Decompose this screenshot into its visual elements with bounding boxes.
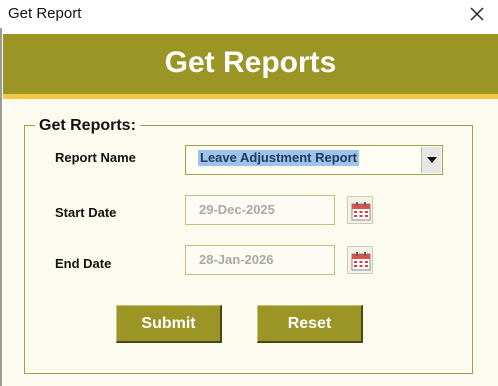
reset-button[interactable]: Reset: [257, 305, 363, 343]
end-date-field[interactable]: 28-Jan-2026: [185, 245, 335, 275]
window-edge: [0, 28, 2, 386]
end-date-value: 28-Jan-2026: [199, 252, 274, 267]
report-name-dropdown[interactable]: Leave Adjustment Report: [185, 145, 443, 175]
start-date-label: Start Date: [55, 205, 117, 220]
submit-button[interactable]: Submit: [116, 305, 222, 343]
start-date-picker-button[interactable]: [347, 196, 373, 224]
header-banner: Get Reports: [3, 34, 498, 94]
title-bar: Get Report: [0, 0, 498, 28]
start-date-field[interactable]: 29-Dec-2025: [185, 195, 335, 225]
start-date-value: 29-Dec-2025: [199, 202, 275, 217]
dropdown-button[interactable]: [421, 147, 441, 173]
group-title: Get Reports:: [35, 117, 140, 135]
report-name-label: Report Name: [55, 150, 136, 165]
window-title: Get Report: [8, 5, 82, 22]
report-name-value: Leave Adjustment Report: [198, 150, 359, 166]
end-date-picker-button[interactable]: [347, 246, 373, 274]
end-date-label: End Date: [55, 256, 112, 271]
get-report-window: Get Report Get Reports Get Reports: Repo…: [0, 0, 498, 386]
page-title: Get Reports: [164, 46, 337, 79]
close-icon[interactable]: [466, 3, 488, 25]
